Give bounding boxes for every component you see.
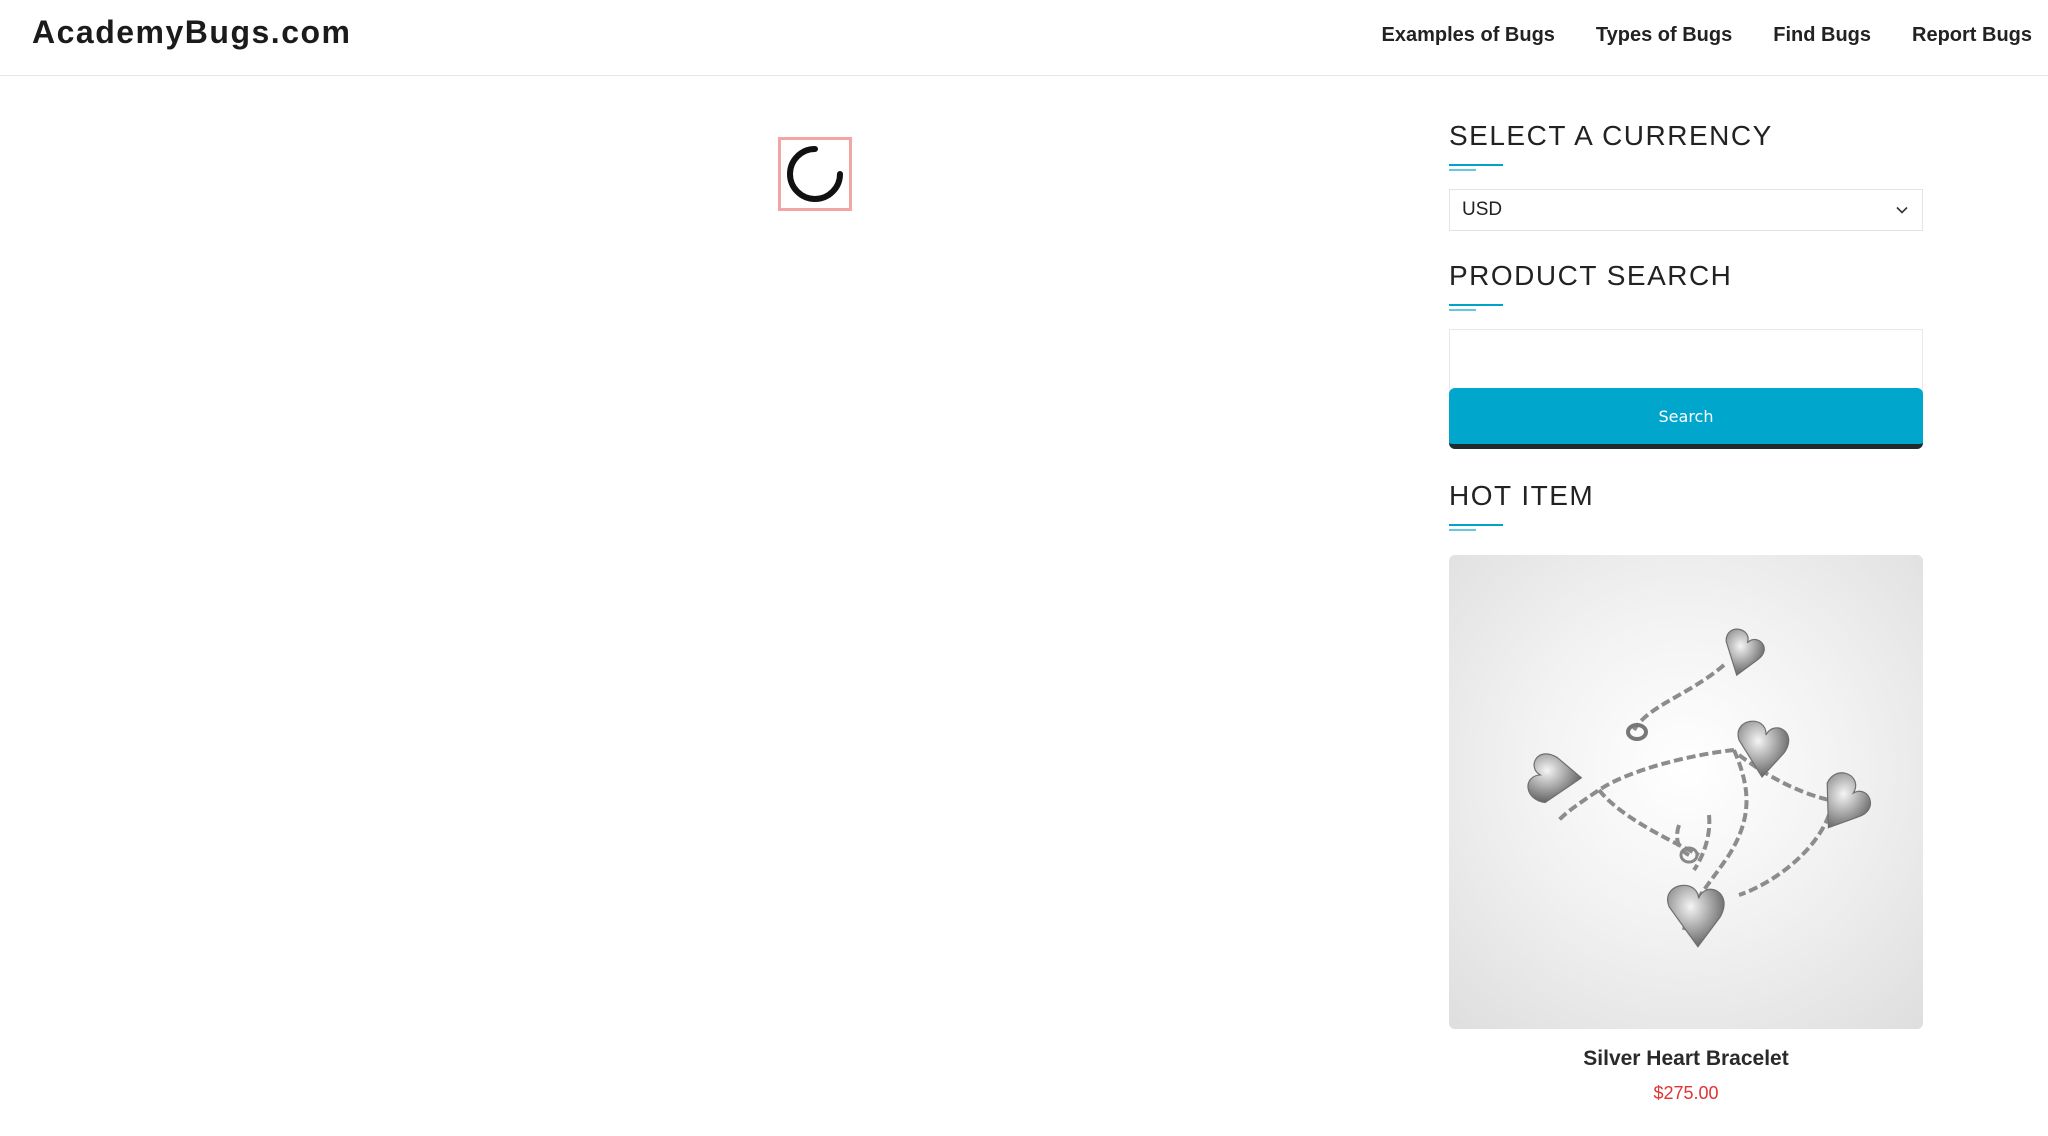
product-search-title: PRODUCT SEARCH — [1449, 260, 1733, 291]
nav-report-bugs[interactable]: Report Bugs — [1912, 24, 2032, 47]
loading-spinner — [778, 137, 852, 211]
hot-item-image[interactable] — [1449, 555, 1923, 1029]
loading-spinner-icon — [787, 146, 843, 202]
hot-item-price: $275.00 — [1653, 1083, 1719, 1103]
currency-widget: SELECT A CURRENCY USD — [1449, 119, 1923, 231]
currency-select[interactable]: USD — [1449, 189, 1923, 231]
nav-types-of-bugs[interactable]: Types of Bugs — [1596, 24, 1732, 47]
currency-title: SELECT A CURRENCY — [1449, 120, 1773, 151]
hot-item-widget: HOT ITEM Silver Heart Bracelet $275.00 — [1449, 479, 1923, 1104]
product-search-input[interactable] — [1449, 329, 1923, 392]
nav-examples-of-bugs[interactable]: Examples of Bugs — [1382, 24, 1555, 47]
title-underline — [1449, 521, 1923, 535]
site-logo[interactable]: AcademyBugs.com — [32, 14, 351, 51]
title-underline — [1449, 301, 1923, 315]
currency-selected-value: USD — [1462, 199, 1503, 220]
hot-item-name[interactable]: Silver Heart Bracelet — [1449, 1047, 1923, 1071]
chevron-down-icon — [1896, 206, 1908, 214]
product-search-widget: PRODUCT SEARCH Search — [1449, 259, 1923, 449]
nav-find-bugs[interactable]: Find Bugs — [1773, 24, 1871, 47]
sidebar: SELECT A CURRENCY USD PRODUCT SEARCH Sea… — [1449, 119, 1923, 1104]
search-button[interactable]: Search — [1449, 388, 1923, 449]
hot-item-title: HOT ITEM — [1449, 480, 1595, 511]
main-nav: Examples of Bugs Types of Bugs Find Bugs… — [1382, 24, 2032, 47]
silver-heart-bracelet-image — [1527, 628, 1871, 948]
site-header: AcademyBugs.com Examples of Bugs Types o… — [0, 0, 2048, 76]
title-underline — [1449, 161, 1923, 175]
